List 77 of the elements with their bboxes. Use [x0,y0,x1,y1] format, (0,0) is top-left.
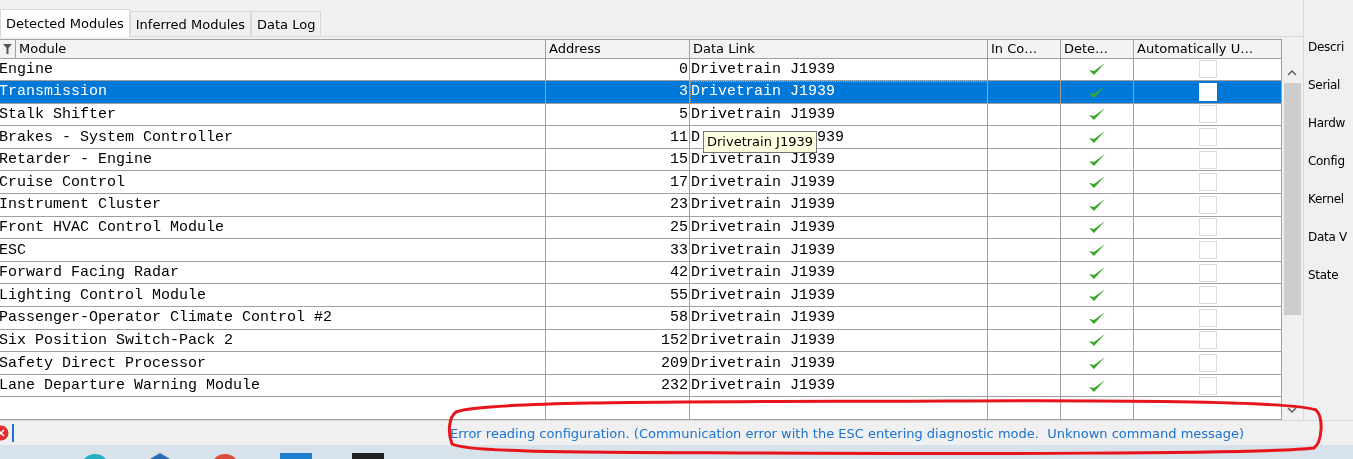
filter-button[interactable] [0,39,16,59]
table-cell-text: D [691,128,700,146]
check-icon [1088,355,1106,371]
table-cell: Drivetrain J1939 [690,307,988,330]
checkbox[interactable] [1198,331,1217,350]
table-row[interactable]: Six Position Switch-Pack 2 152 Drivetrain J1939 [0,329,1282,353]
checkbox[interactable] [1198,218,1217,237]
table-row[interactable]: ESC 33 Drivetrain J1939 [0,239,1282,262]
status-message: Error reading configuration. (Communication error with the ESC entering diagnostic mode. Unknown command message) [450,425,1245,441]
table-row[interactable]: Passenger-Operator Climate Control #2 58 Drivetrain J1939 [0,307,1282,330]
tab[interactable]: Detected Modules [0,9,130,37]
table-row[interactable]: Safety Direct Processor 209 Drivetrain J1939 [0,352,1282,375]
field-label: State [1308,267,1340,284]
column-header[interactable]: Data Link [690,39,988,59]
table-cell: 11 [546,126,690,149]
checkbox[interactable] [1198,263,1217,282]
scrollbar-thumb[interactable] [1283,83,1301,315]
column-header[interactable]: Module [16,39,546,59]
text-cursor [12,424,14,442]
checkbox[interactable] [1198,286,1217,305]
table-cell-text: 939 [817,128,845,146]
table-row[interactable]: Transmission 3 Drivetrain J1939 [0,81,1282,104]
filter-icon [3,43,12,54]
tab[interactable]: Data Log [251,11,322,36]
field-label: Kernel [1308,191,1345,208]
app-icon[interactable] [150,453,170,459]
table-cell: Drivetrain J1939 [690,239,988,262]
field-label: Data V [1308,229,1348,246]
table-cell: 58 [546,307,690,330]
checkbox[interactable] [1198,150,1217,169]
checkbox[interactable] [1198,308,1217,327]
column-header[interactable]: Address [546,39,690,59]
check-icon [1088,377,1106,394]
field-label: Config [1308,153,1346,170]
table-row[interactable]: Front HVAC Control Module 25 Drivetrain J1939 [0,216,1282,240]
table-row[interactable]: Cruise Control 17 Drivetrain J1939 [0,171,1282,195]
checkbox[interactable] [1198,241,1217,260]
table-row[interactable]: Lane Departure Warning Module 232 Drivetrain J1939 [0,374,1282,398]
field-label: Serial [1308,77,1342,94]
field-label: Descri [1308,39,1345,56]
field-label: Hardw [1308,115,1347,132]
column-header[interactable]: Dete… [1061,39,1134,59]
table-cell: Brakes - System Controller [0,126,546,149]
table-cell: Drivetrain J1939 [690,352,988,375]
table-row[interactable]: Retarder - Engine 15 Drivetrain J1939 [0,148,1282,172]
checkbox[interactable] [1198,60,1217,79]
table-cell: Passenger-Operator Climate Control #2 [0,307,546,330]
table-cell: 23 [546,194,690,217]
table-cell: Instrument Cluster [0,194,546,217]
check-icon [1088,264,1106,281]
tab[interactable]: Inferred Modules [129,11,252,36]
table-row[interactable]: Instrument Cluster 23 Drivetrain J1939 [0,194,1282,217]
table-cell: 3 [546,81,690,104]
column-header[interactable]: In Co… [988,39,1061,59]
checkbox[interactable] [1198,105,1217,124]
table-row[interactable]: Stalk Shifter 5 Drivetrain J1939 [0,103,1282,127]
scroll-up-button[interactable] [1287,70,1297,76]
checkbox[interactable] [1198,376,1217,395]
table-cell: Drivetrain J1939 [690,81,988,104]
scroll-down-button[interactable] [1287,407,1297,413]
table-cell: 209 [546,352,690,375]
checkbox[interactable] [1198,128,1217,147]
error-icon [0,425,9,441]
table-row[interactable]: Engine 0 Drivetrain J1939 [0,58,1282,82]
checkbox[interactable] [1198,354,1217,372]
table-cell: Transmission [0,81,546,104]
table-cell: 33 [546,239,690,262]
column-header[interactable]: Automatically U… [1134,39,1282,59]
tooltip: Drivetrain J1939 [703,131,817,153]
table-cell: Safety Direct Processor [0,352,546,375]
table-row[interactable]: Lighting Control Module 55 Drivetrain J1939 [0,284,1282,308]
check-icon [1088,151,1106,168]
checkbox[interactable] [1198,173,1217,192]
table-row[interactable]: Forward Facing Radar 42 Drivetrain J1939 [0,261,1282,285]
table-cell: ESC [0,239,546,262]
table-cell: Drivetrain J1939 [690,194,988,217]
checkbox[interactable] [1198,195,1217,214]
